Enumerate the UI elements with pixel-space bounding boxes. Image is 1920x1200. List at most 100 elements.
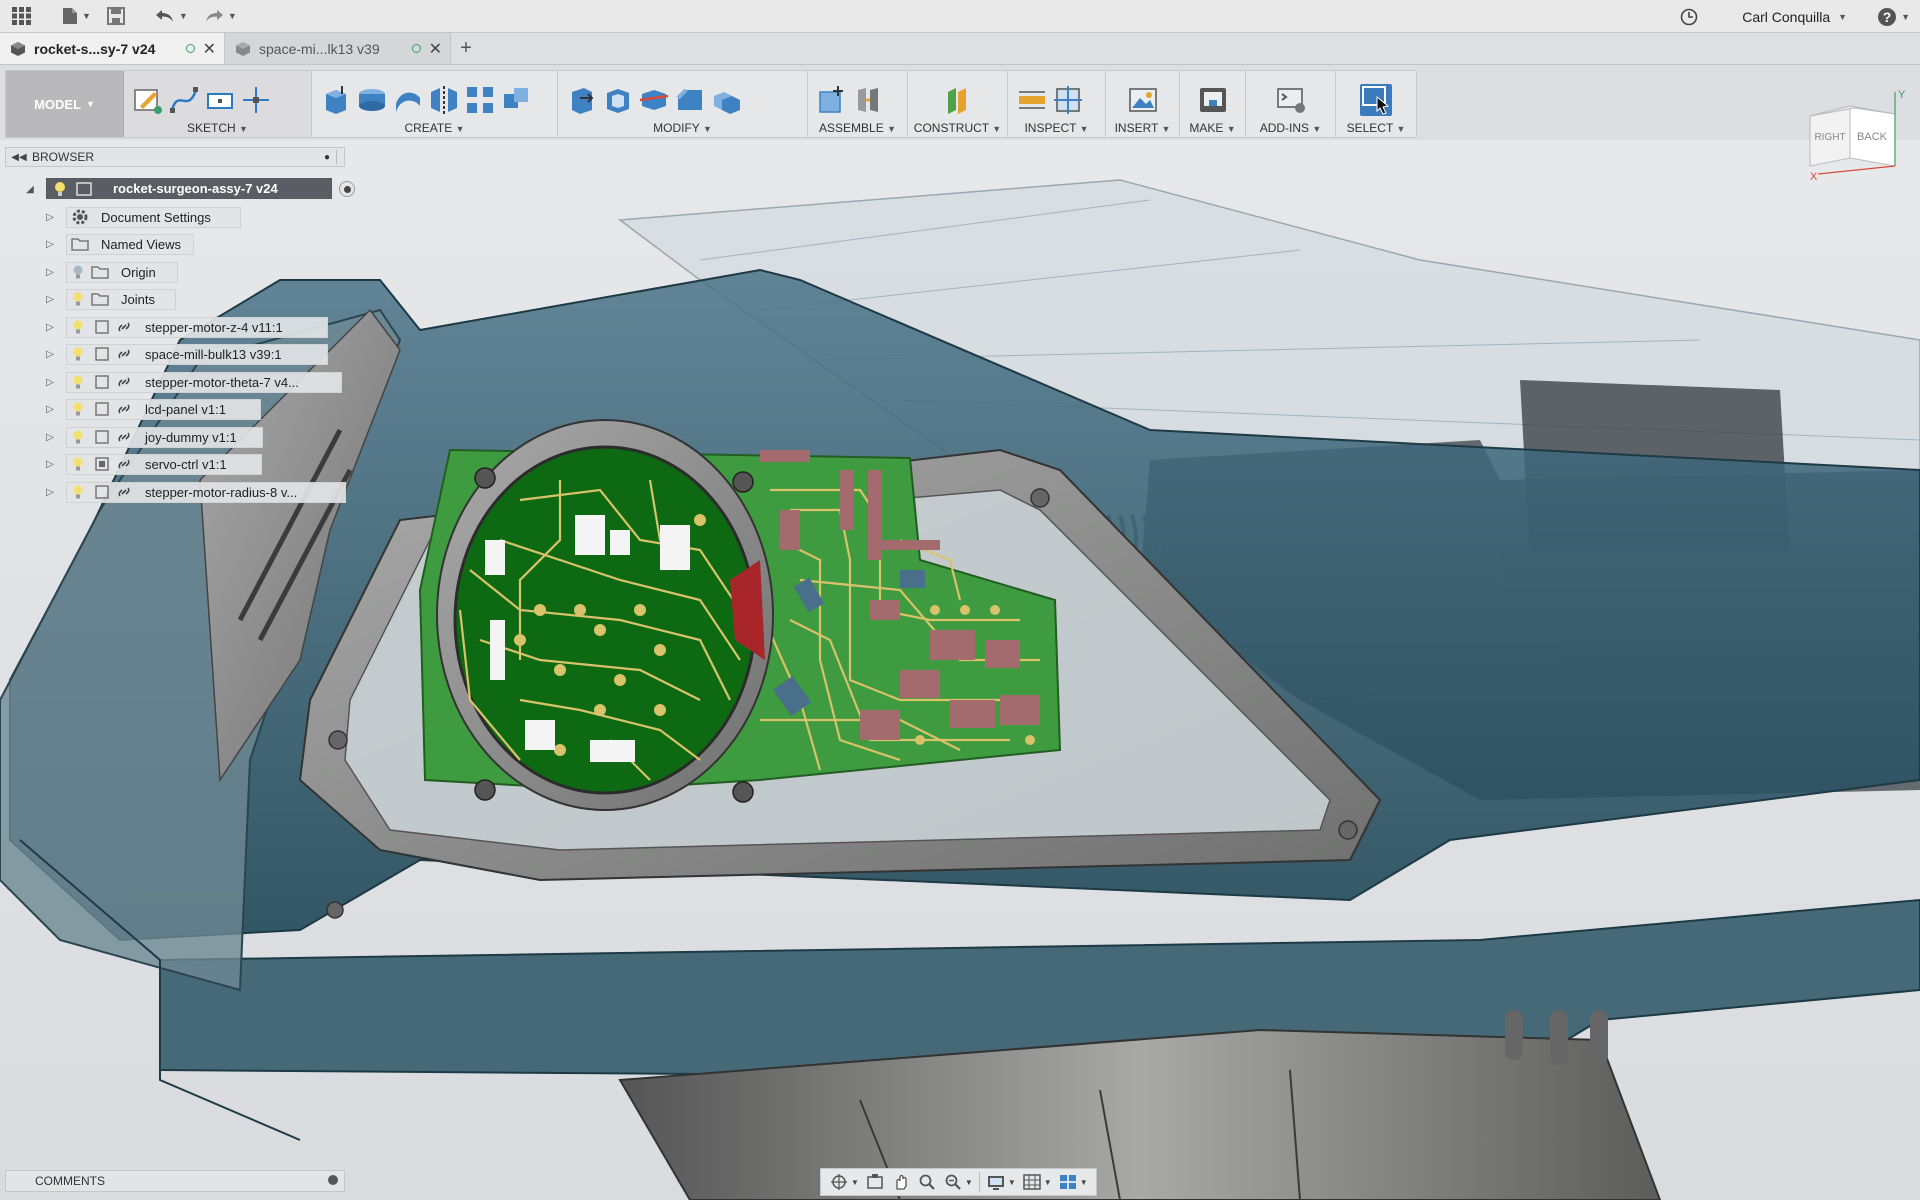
lightbulb-icon[interactable] (69, 400, 87, 418)
tree-item-document-settings[interactable]: ▷ Document Settings (44, 206, 344, 228)
expand-right-icon[interactable]: ▷ (44, 458, 56, 470)
apps-grid-button[interactable] (0, 0, 40, 33)
group-label[interactable]: SELECT (1347, 121, 1393, 135)
new-component-icon[interactable] (816, 84, 848, 116)
tree-root[interactable]: ◢ rocket-surgeon-assy-7 v24 (24, 178, 355, 200)
create-sketch-icon[interactable] (132, 84, 164, 116)
grid-icon[interactable] (1022, 1172, 1042, 1192)
save-button[interactable] (99, 0, 133, 33)
collapse-arrows-icon[interactable]: ◀◀ (6, 152, 32, 163)
measure-icon[interactable] (1016, 84, 1048, 116)
group-label[interactable]: INSERT (1115, 121, 1159, 135)
redo-button[interactable]: ▼ (196, 0, 245, 33)
sweep-icon[interactable] (392, 84, 424, 116)
tree-item-component[interactable]: ▷ space-mill-bulk13 v39:1 (44, 343, 344, 365)
lightbulb-icon[interactable] (69, 318, 87, 336)
offset-plane-icon[interactable] (942, 84, 974, 116)
press-pull-icon[interactable] (566, 84, 598, 116)
expand-right-icon[interactable]: ▷ (44, 293, 56, 305)
user-menu[interactable]: Carl Conquilla ▼ (1716, 0, 1855, 33)
add-comment-icon[interactable] (328, 1175, 338, 1185)
chevron-down-icon[interactable]: ▼ (1080, 1178, 1088, 1187)
select-icon[interactable] (1360, 84, 1392, 116)
lightbulb-icon[interactable] (69, 373, 87, 391)
shell-icon[interactable] (602, 84, 634, 116)
job-status-button[interactable] (1672, 0, 1706, 33)
tree-item-component[interactable]: ▷ joy-dummy v1:1 (44, 426, 344, 448)
rectangle-icon[interactable] (204, 84, 236, 116)
lightbulb-icon[interactable] (69, 483, 87, 501)
lightbulb-icon[interactable] (51, 180, 69, 198)
chevron-down-icon[interactable]: ▼ (851, 1178, 859, 1187)
lightbulb-icon[interactable] (69, 455, 87, 473)
group-label[interactable]: INSPECT (1024, 121, 1076, 135)
panel-grip-icon[interactable] (336, 150, 344, 164)
file-menu-button[interactable]: ▼ (54, 0, 99, 33)
insert-image-icon[interactable] (1127, 84, 1159, 116)
mirror-icon[interactable] (428, 84, 460, 116)
group-label[interactable]: MAKE (1189, 121, 1223, 135)
expand-right-icon[interactable]: ▷ (44, 238, 56, 250)
tree-item-origin[interactable]: ▷ Origin (44, 261, 344, 283)
fit-icon[interactable] (943, 1172, 963, 1192)
tree-item-component[interactable]: ▷ servo-ctrl v1:1 (44, 453, 344, 475)
document-tab[interactable]: space-mi...lk13 v39 ✕ (225, 33, 451, 64)
close-icon[interactable]: ✕ (203, 39, 216, 59)
lightbulb-icon[interactable] (69, 345, 87, 363)
pan-icon[interactable] (891, 1172, 911, 1192)
lightbulb-icon[interactable] (69, 428, 87, 446)
3d-print-icon[interactable] (1197, 84, 1229, 116)
expand-right-icon[interactable]: ▷ (44, 403, 56, 415)
expand-down-icon[interactable]: ◢ (24, 183, 36, 195)
comments-panel-header[interactable]: COMMENTS (5, 1170, 345, 1192)
group-label[interactable]: ADD-INS (1260, 121, 1309, 135)
section-analysis-icon[interactable] (1052, 84, 1084, 116)
split-body-icon[interactable] (638, 84, 670, 116)
pattern-icon[interactable] (464, 84, 496, 116)
point-icon[interactable] (240, 84, 272, 116)
group-label[interactable]: CREATE (404, 121, 452, 135)
expand-right-icon[interactable]: ▷ (44, 348, 56, 360)
combine-icon[interactable] (500, 84, 532, 116)
document-tab-active[interactable]: rocket-s...sy-7 v24 ✕ (0, 33, 225, 64)
browser-panel-header[interactable]: ◀◀ BROWSER ● (5, 147, 345, 167)
expand-right-icon[interactable]: ▷ (44, 431, 56, 443)
look-at-icon[interactable] (865, 1172, 885, 1192)
expand-right-icon[interactable]: ▷ (44, 321, 56, 333)
scripts-icon[interactable] (1275, 84, 1307, 116)
lightbulb-icon[interactable] (69, 263, 87, 281)
extrude-icon[interactable] (320, 84, 352, 116)
workspace-switcher[interactable]: MODEL ▼ (6, 71, 124, 137)
expand-right-icon[interactable]: ▷ (44, 266, 56, 278)
expand-right-icon[interactable]: ▷ (44, 486, 56, 498)
chevron-down-icon[interactable]: ▼ (1008, 1178, 1016, 1187)
tree-item-component[interactable]: ▷ lcd-panel v1:1 (44, 398, 344, 420)
group-label[interactable]: ASSEMBLE (819, 121, 884, 135)
joint-icon[interactable] (852, 84, 884, 116)
new-tab-button[interactable]: + (451, 33, 481, 64)
chevron-down-icon[interactable]: ▼ (965, 1178, 973, 1187)
group-label[interactable]: CONSTRUCT (914, 121, 989, 135)
chevron-down-icon[interactable]: ▼ (1044, 1178, 1052, 1187)
tree-item-component[interactable]: ▷ stepper-motor-radius-8 v... (44, 481, 346, 503)
viewports-icon[interactable] (1058, 1172, 1078, 1192)
group-label[interactable]: SKETCH (187, 121, 236, 135)
revolve-icon[interactable] (356, 84, 388, 116)
chamfer-icon[interactable] (674, 84, 706, 116)
viewcube[interactable]: RIGHT BACK Y X (1800, 86, 1910, 183)
activate-radio-icon[interactable] (339, 181, 355, 197)
tree-item-named-views[interactable]: ▷ Named Views (44, 233, 344, 255)
lightbulb-icon[interactable] (69, 290, 87, 308)
expand-right-icon[interactable]: ▷ (44, 211, 56, 223)
move-icon[interactable] (710, 84, 742, 116)
display-settings-icon[interactable] (986, 1172, 1006, 1192)
tree-item-joints[interactable]: ▷ Joints (44, 288, 344, 310)
orbit-icon[interactable] (829, 1172, 849, 1192)
tree-item-component[interactable]: ▷ stepper-motor-theta-7 v4... (44, 371, 344, 393)
help-button[interactable]: ? ▼ (1869, 0, 1920, 33)
undo-button[interactable]: ▼ (147, 0, 196, 33)
pin-icon[interactable]: ● (318, 152, 336, 163)
zoom-icon[interactable] (917, 1172, 937, 1192)
expand-right-icon[interactable]: ▷ (44, 376, 56, 388)
spline-icon[interactable] (168, 84, 200, 116)
